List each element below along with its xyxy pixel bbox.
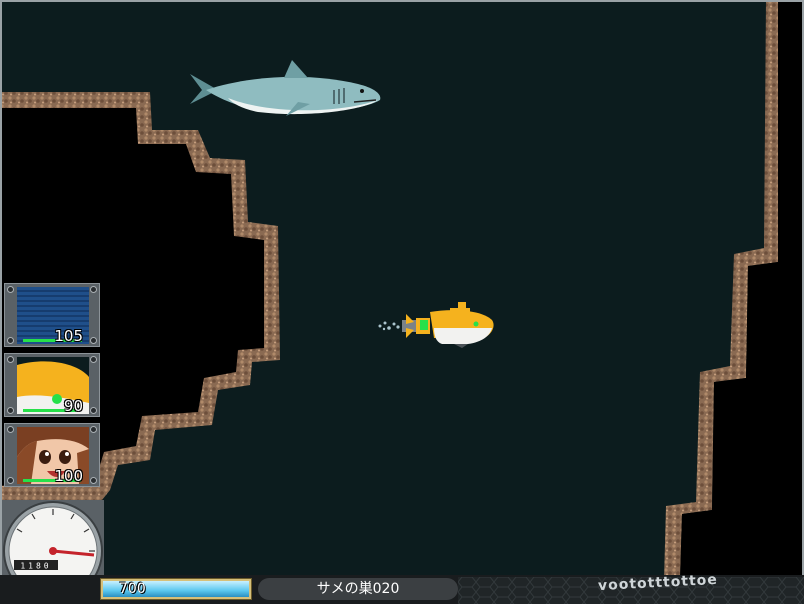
shark-enemy — [190, 60, 381, 116]
hp-value: 100 — [54, 467, 83, 485]
location-name: サメの巣020 — [258, 578, 458, 600]
air-meter: 700 — [100, 578, 252, 600]
air-value: 700 — [119, 581, 146, 597]
hp-value: 90 — [63, 397, 83, 415]
odometer-digits: 1180 — [20, 562, 51, 571]
party-panel-sonar[interactable]: 105 — [4, 283, 100, 347]
hp-value: 105 — [54, 327, 83, 345]
party-panel-pilot[interactable]: 100 — [4, 423, 100, 487]
party-panel-submarine[interactable]: 90 — [4, 353, 100, 417]
player-submarine — [378, 302, 494, 348]
game-viewport: 105 90 100 1180 700 サメの巣020 voototttotto… — [0, 0, 804, 604]
